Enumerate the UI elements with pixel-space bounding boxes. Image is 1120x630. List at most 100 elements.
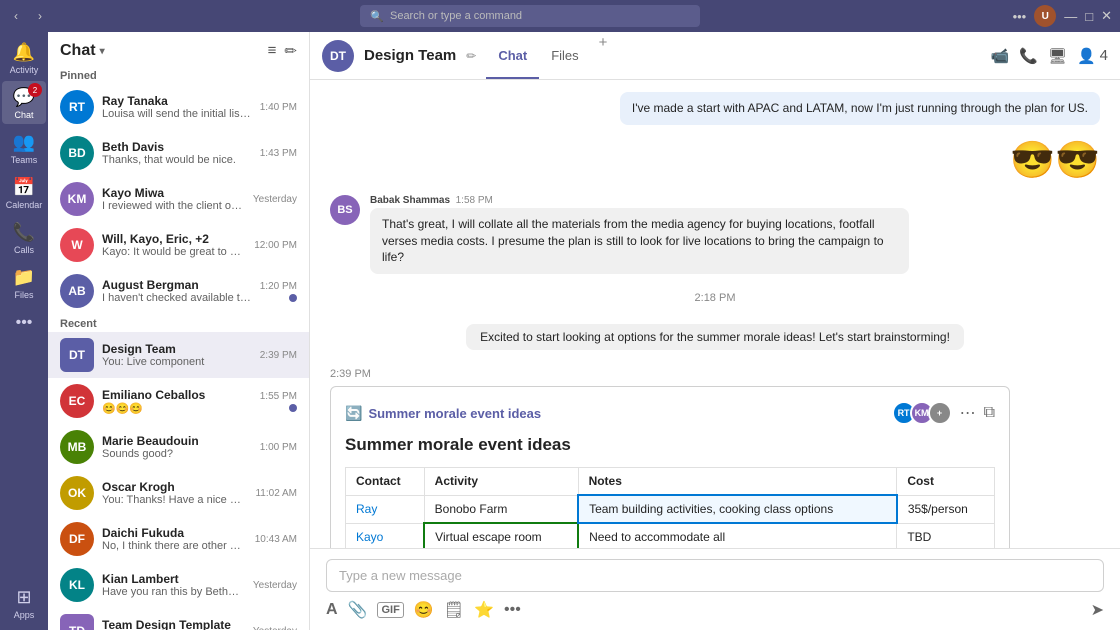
format-icon[interactable]: A bbox=[326, 601, 338, 619]
live-card-header: 🔄 Summer morale event ideas RT KM + ⋯ ⧉ bbox=[345, 401, 995, 425]
chat-meta: 12:00 PM bbox=[254, 240, 297, 251]
message-input-box[interactable]: Type a new message bbox=[326, 559, 1104, 592]
close-button[interactable]: ✕ bbox=[1101, 8, 1112, 24]
chat-preview: 😊😊😊 bbox=[102, 402, 252, 415]
chat-list-item[interactable]: BD Beth Davis Thanks, that would be nice… bbox=[48, 130, 309, 176]
recent-section-label: Recent bbox=[48, 314, 309, 332]
sidebar-item-files[interactable]: 📁 Files bbox=[2, 261, 46, 304]
tab-chat[interactable]: Chat bbox=[486, 34, 539, 79]
chat-list-item[interactable]: EC Emiliano Ceballos 😊😊😊 1:55 PM bbox=[48, 378, 309, 424]
more-options[interactable]: ••• bbox=[1013, 9, 1027, 24]
live-card-link[interactable]: Summer morale event ideas bbox=[368, 406, 541, 421]
sidebar-item-calendar[interactable]: 📅 Calendar bbox=[2, 171, 46, 214]
card-main-title: Summer morale event ideas bbox=[345, 435, 995, 455]
emoji-icon[interactable]: 😊 bbox=[414, 600, 434, 620]
chat-list-item[interactable]: MB Marie Beaudouin Sounds good? 1:00 PM bbox=[48, 424, 309, 470]
nav-forward-button[interactable]: › bbox=[32, 7, 48, 25]
table-cell-cost: TBD bbox=[897, 523, 995, 548]
chat-list-item[interactable]: DF Daichi Fukuda No, I think there are o… bbox=[48, 516, 309, 562]
nav-back-button[interactable]: ‹ bbox=[8, 7, 24, 25]
chat-avatar: DF bbox=[60, 522, 94, 556]
chat-name: Team Design Template bbox=[102, 618, 245, 630]
table-row: Kayo Virtual escape room Need to accommo… bbox=[346, 523, 995, 548]
screen-share-icon[interactable]: 🖥 bbox=[1048, 47, 1067, 65]
chat-list-item[interactable]: KL Kian Lambert Have you ran this by Bet… bbox=[48, 562, 309, 608]
table-cell-activity[interactable]: Bonobo Farm bbox=[424, 495, 578, 523]
user-avatar[interactable]: U bbox=[1034, 5, 1056, 27]
sidebar-item-teams[interactable]: 👥 Teams bbox=[2, 126, 46, 169]
table-cell-contact[interactable]: Ray bbox=[346, 495, 425, 523]
members-indicator[interactable]: 👤 4 bbox=[1077, 47, 1108, 65]
ideas-table: Contact Activity Notes Cost Ray Bonobo F… bbox=[345, 467, 995, 548]
chat-avatar: AB bbox=[60, 274, 94, 308]
chat-list-item[interactable]: W Will, Kayo, Eric, +2 Kayo: It would be… bbox=[48, 222, 309, 268]
maximize-button[interactable]: □ bbox=[1085, 9, 1093, 24]
teams-icon: 👥 bbox=[13, 132, 35, 153]
chat-time: 1:00 PM bbox=[260, 442, 297, 453]
chat-name: Daichi Fukuda bbox=[102, 526, 247, 540]
edit-channel-icon[interactable]: ✏ bbox=[466, 49, 476, 63]
chat-preview: Have you ran this by Beth? Make sure she… bbox=[102, 586, 245, 598]
table-cell-contact[interactable]: Kayo bbox=[346, 523, 425, 548]
chat-time: 1:55 PM bbox=[260, 391, 297, 402]
input-toolbar: A 📎 GIF 😊 🗒 ⭐ ••• ➤ bbox=[326, 600, 1104, 620]
chat-info: Kian Lambert Have you ran this by Beth? … bbox=[102, 572, 245, 598]
rail-more-button[interactable]: ••• bbox=[16, 314, 33, 332]
card-avatar-3: + bbox=[928, 401, 952, 425]
gif-icon[interactable]: GIF bbox=[377, 602, 403, 618]
audio-call-icon[interactable]: 📞 bbox=[1019, 47, 1038, 65]
add-tab-button[interactable]: + bbox=[591, 34, 616, 78]
chat-list-item[interactable]: KM Kayo Miwa I reviewed with the client … bbox=[48, 176, 309, 222]
sidebar-item-apps[interactable]: ⊞ Apps bbox=[2, 581, 46, 624]
card-member-avatars: RT KM + bbox=[892, 401, 952, 425]
search-bar[interactable]: 🔍 Search or type a command bbox=[360, 5, 700, 27]
praise-icon[interactable]: ⭐ bbox=[474, 600, 494, 620]
sidebar-item-activity[interactable]: 🔔 Activity bbox=[2, 36, 46, 79]
compose-icon[interactable]: ✏ bbox=[284, 42, 297, 60]
chat-info: Team Design Template Reto: Let's set up … bbox=[102, 618, 245, 630]
chat-list-item[interactable]: AB August Bergman I haven't checked avai… bbox=[48, 268, 309, 314]
chat-list-item[interactable]: DT Design Team You: Live component 2:39 … bbox=[48, 332, 309, 378]
minimize-button[interactable]: — bbox=[1064, 9, 1077, 24]
chat-preview: No, I think there are other alternatives… bbox=[102, 540, 247, 552]
messages-area: I've made a start with APAC and LATAM, n… bbox=[310, 80, 1120, 548]
chat-list-item[interactable]: OK Oscar Krogh You: Thanks! Have a nice … bbox=[48, 470, 309, 516]
calls-icon: 📞 bbox=[13, 222, 35, 243]
message-content: Babak Shammas 1:58 PM That's great, I wi… bbox=[370, 195, 909, 274]
sidebar-item-calls[interactable]: 📞 Calls bbox=[2, 216, 46, 259]
emoji-message: 😎😎 bbox=[1010, 139, 1100, 181]
sidebar-item-chat[interactable]: 2 💬 Chat bbox=[2, 81, 46, 124]
sticker-icon[interactable]: 🗒 bbox=[444, 600, 464, 620]
members-icon: 👤 bbox=[1077, 47, 1096, 65]
channel-avatar: DT bbox=[322, 40, 354, 72]
message-time: 1:58 PM bbox=[456, 195, 493, 206]
chat-avatar: EC bbox=[60, 384, 94, 418]
chat-time: 1:43 PM bbox=[260, 148, 297, 159]
chat-list-item[interactable]: TD Team Design Template Reto: Let's set … bbox=[48, 608, 309, 630]
table-cell-notes[interactable]: Team building activities, cooking class … bbox=[578, 495, 897, 523]
chat-preview: Sounds good? bbox=[102, 448, 252, 460]
pinned-list: RT Ray Tanaka Louisa will send the initi… bbox=[48, 84, 309, 314]
chat-list-item[interactable]: RT Ray Tanaka Louisa will send the initi… bbox=[48, 84, 309, 130]
card-more-icon[interactable]: ⋯ bbox=[960, 403, 976, 423]
center-message-text: Excited to start looking at options for … bbox=[466, 324, 964, 350]
card-message-row: 2:39 PM 🔄 Summer morale event ideas RT K… bbox=[330, 368, 1100, 548]
chat-title-button[interactable]: Chat ▾ bbox=[60, 42, 105, 60]
video-call-icon[interactable]: 📹 bbox=[991, 47, 1010, 65]
card-expand-icon[interactable]: ⧉ bbox=[984, 404, 995, 422]
chat-avatar: BD bbox=[60, 136, 94, 170]
attach-icon[interactable]: 📎 bbox=[348, 600, 368, 620]
filter-icon[interactable]: ≡ bbox=[268, 42, 277, 60]
table-cell-activity[interactable]: Virtual escape room bbox=[424, 523, 578, 548]
chat-info: August Bergman I haven't checked availab… bbox=[102, 278, 252, 304]
send-button[interactable]: ➤ bbox=[1091, 600, 1104, 620]
chat-list-header: Chat ▾ ≡ ✏ bbox=[48, 32, 309, 66]
chat-time: Yesterday bbox=[253, 580, 297, 591]
chat-name: Design Team bbox=[102, 342, 252, 356]
tab-files[interactable]: Files bbox=[539, 34, 590, 79]
more-formatting-icon[interactable]: ••• bbox=[504, 601, 521, 619]
chat-preview: Kayo: It would be great to sync with... bbox=[102, 246, 246, 258]
calendar-label: Calendar bbox=[6, 200, 43, 210]
chat-name: Ray Tanaka bbox=[102, 94, 252, 108]
table-cell-notes[interactable]: Need to accommodate all bbox=[578, 523, 897, 548]
